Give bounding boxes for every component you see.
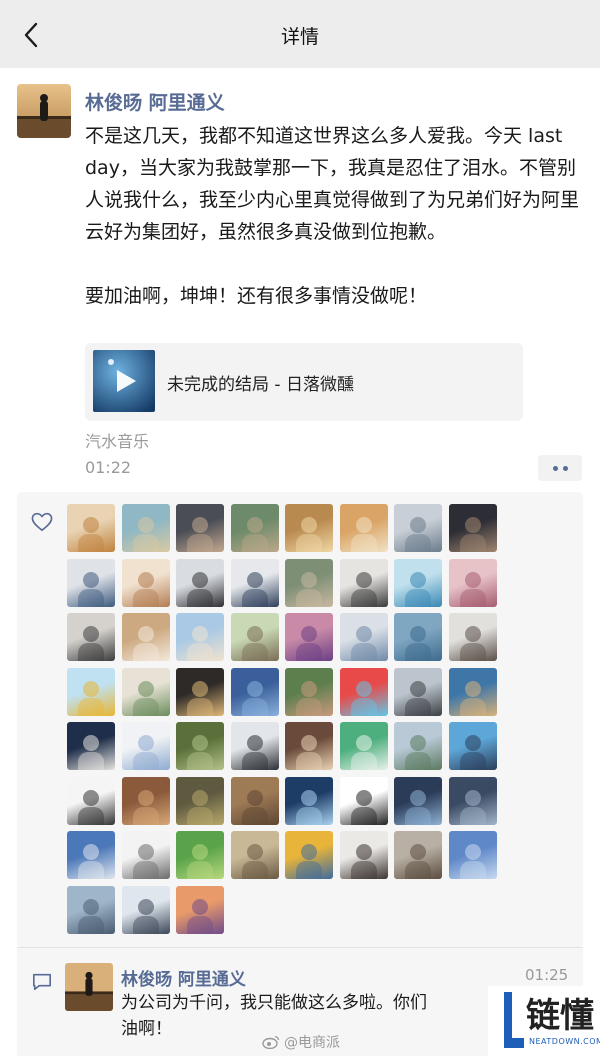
navbar: 详情 <box>0 0 600 68</box>
like-avatar[interactable] <box>339 504 388 552</box>
like-avatar[interactable] <box>285 776 333 825</box>
like-avatar[interactable] <box>121 831 170 879</box>
music-cover <box>93 350 155 412</box>
like-avatar[interactable] <box>230 667 279 716</box>
like-avatar[interactable] <box>285 613 333 661</box>
like-avatar[interactable] <box>67 885 115 934</box>
like-avatar[interactable] <box>67 613 115 661</box>
more-actions-button[interactable] <box>538 455 582 481</box>
like-avatar[interactable] <box>394 667 442 716</box>
like-avatar[interactable] <box>285 667 333 716</box>
like-avatar[interactable] <box>448 558 497 607</box>
like-avatar[interactable] <box>394 504 442 552</box>
like-avatar[interactable] <box>339 831 388 879</box>
like-avatar[interactable] <box>285 504 333 552</box>
like-avatar[interactable] <box>176 831 224 879</box>
like-avatar[interactable] <box>121 613 170 661</box>
site-logo-subtext: NEATDOWN.COM <box>529 1037 600 1046</box>
likes-panel <box>17 492 583 947</box>
author-avatar[interactable] <box>17 84 71 138</box>
like-avatar[interactable] <box>339 776 388 825</box>
like-avatar[interactable] <box>67 667 115 716</box>
like-avatar[interactable] <box>67 504 115 552</box>
like-avatar[interactable] <box>448 667 497 716</box>
like-avatar[interactable] <box>67 776 115 825</box>
like-avatar[interactable] <box>121 504 170 552</box>
post-text: 不是这几天，我都不知道这世界这么多人爱我。今天 last day，当大家为我鼓掌… <box>85 125 580 307</box>
like-avatar[interactable] <box>176 558 224 607</box>
watermark-text: @电商派 <box>284 1035 340 1051</box>
like-avatar[interactable] <box>394 558 442 607</box>
music-title: 未完成的结局 - 日落微醺 <box>167 375 354 395</box>
like-avatar[interactable] <box>230 558 279 607</box>
like-avatar[interactable] <box>285 558 333 607</box>
comment-author-avatar[interactable] <box>65 963 113 1011</box>
like-avatar[interactable] <box>67 831 115 879</box>
like-avatar[interactable] <box>121 776 170 825</box>
source-label[interactable]: 汽水音乐 <box>85 428 149 452</box>
music-card[interactable]: 未完成的结局 - 日落微醺 <box>85 343 523 421</box>
like-avatar[interactable] <box>121 558 170 607</box>
like-avatar[interactable] <box>121 667 170 716</box>
like-avatar[interactable] <box>176 885 224 934</box>
comment-icon <box>33 973 51 991</box>
like-avatar[interactable] <box>121 722 170 770</box>
like-avatar[interactable] <box>339 558 388 607</box>
author-name[interactable]: 林俊旸 阿里通义 <box>85 88 225 115</box>
like-avatar[interactable] <box>176 722 224 770</box>
like-avatar[interactable] <box>176 776 224 825</box>
post-time: 01:22 <box>85 458 132 477</box>
like-avatar[interactable] <box>230 831 279 879</box>
page-title: 详情 <box>280 26 319 48</box>
like-avatar[interactable] <box>448 722 497 770</box>
like-avatar[interactable] <box>176 504 224 552</box>
like-avatar[interactable] <box>230 613 279 661</box>
like-avatar[interactable] <box>394 831 442 879</box>
like-avatar[interactable] <box>394 776 442 825</box>
like-avatar[interactable] <box>448 776 497 825</box>
like-avatar[interactable] <box>176 613 224 661</box>
like-avatar[interactable] <box>67 558 115 607</box>
like-avatar[interactable] <box>121 885 170 934</box>
like-avatar[interactable] <box>67 722 115 770</box>
comment-author[interactable]: 林俊旸 阿里通义 <box>121 965 246 990</box>
heart-icon <box>31 512 53 531</box>
like-avatar[interactable] <box>339 722 388 770</box>
like-avatar[interactable] <box>448 613 497 661</box>
site-logo: 链懂 NEATDOWN.COM <box>488 986 600 1056</box>
like-avatar[interactable] <box>394 613 442 661</box>
watermark: @电商派 <box>262 1032 340 1052</box>
like-avatar[interactable] <box>394 722 442 770</box>
like-avatar[interactable] <box>448 504 497 552</box>
more-dots-icon <box>552 465 558 471</box>
like-avatar[interactable] <box>230 504 279 552</box>
like-avatar[interactable] <box>339 667 388 716</box>
like-avatar[interactable] <box>339 613 388 661</box>
weibo-icon <box>262 1035 280 1049</box>
like-avatar[interactable] <box>285 831 333 879</box>
like-avatar[interactable] <box>285 722 333 770</box>
comment-time: 01:25 <box>525 966 569 984</box>
site-logo-text: 链懂 <box>526 996 594 1036</box>
site-logo-mark <box>504 992 524 1048</box>
like-avatar[interactable] <box>176 667 224 716</box>
like-avatar[interactable] <box>230 776 279 825</box>
like-avatar[interactable] <box>230 722 279 770</box>
like-avatar[interactable] <box>448 831 497 879</box>
